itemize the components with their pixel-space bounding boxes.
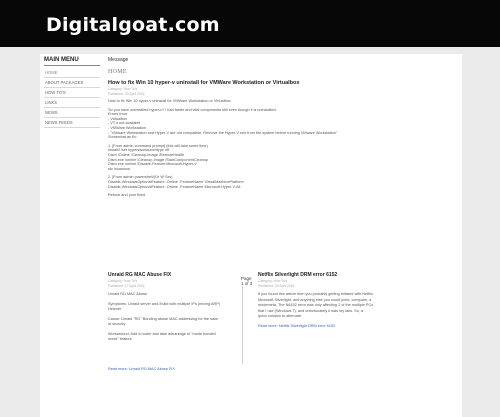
site-title[interactable]: Digitalgoat.com [46,14,220,36]
left-article-title[interactable]: Unraid RG MAC Abuse FIX [108,272,236,278]
article-line: Symptoms: Unraid server and /build with … [108,301,221,306]
main-content: Message HOME How to fix Win 10 hyper-v u… [108,57,458,198]
right-article-read-more[interactable]: Read more: Netflix Silverlight DRM error… [258,324,386,330]
pagination: Page 1 of 3 [241,276,257,286]
page-content: MAIN MENU HOME ABOUT PACKAGES HOW TO'S L… [40,54,462,417]
menu-item-home[interactable]: HOME [44,68,100,78]
pagination-count: 1 of 3 [241,281,253,286]
article-line: quick solution to alternate: [258,314,303,318]
menu-item-news-feeds[interactable]: NEWS FEEDS [44,118,100,128]
menu-item-about-packages[interactable]: ABOUT PACKAGES [44,78,100,88]
post-line: Reboot and your fixed. [108,193,147,198]
menu-item-news[interactable]: NEWS [44,108,100,118]
right-article-body: If you found this article then you proba… [258,292,386,320]
menu-item-how-tos[interactable]: HOW TO'S [44,88,100,98]
page-title: HOME [108,69,127,75]
column-divider [242,286,243,364]
breadcrumb: Message [108,57,129,63]
main-menu-title: MAIN MENU [44,57,100,66]
right-article-title[interactable]: Netflix Silverlight DRM error 6152 [258,272,386,278]
post-title[interactable]: How to fix Win 10 hyper-v uninstall for … [108,80,458,86]
article-line: If you found this article then you proba… [258,292,374,296]
main-menu: MAIN MENU HOME ABOUT PACKAGES HOW TO'S L… [44,57,100,128]
left-article: Unraid RG MAC Abuse FIX Category: How To… [108,272,236,372]
article-line: Cause: Unraid "RG" Bonding abuse MAC add… [108,316,219,321]
right-article-date: Published: 29 April 2016 [258,283,295,288]
site-header: Digitalgoat.com [0,0,500,47]
left-article-date: Published: 17 April 2016 [108,283,145,288]
post-date: Published: 29 April 2016 [108,91,145,96]
left-article-read-more[interactable]: Read more: Unraid RG MAC Abuse FIX [108,367,236,373]
article-line: mode" feature. [108,337,133,341]
article-line: modemeta. The N6152 error was only affec… [258,303,374,307]
post-meta: Category: How To's Published: 29 April 2… [108,87,458,96]
right-article: Netflix Silverlight DRM error 6152 Categ… [258,272,386,329]
left-article-meta: Category: How To's Published: 17 April 2… [108,279,236,288]
menu-item-links[interactable]: LINKS [44,98,100,108]
right-article-meta: Category: How To's Published: 29 April 2… [258,279,386,288]
post-body: How to fix Win 10 hyper-v uninstall for … [108,99,458,198]
left-article-body: Unraid RG MAC Abuse Symptoms: Unraid ser… [108,292,236,343]
